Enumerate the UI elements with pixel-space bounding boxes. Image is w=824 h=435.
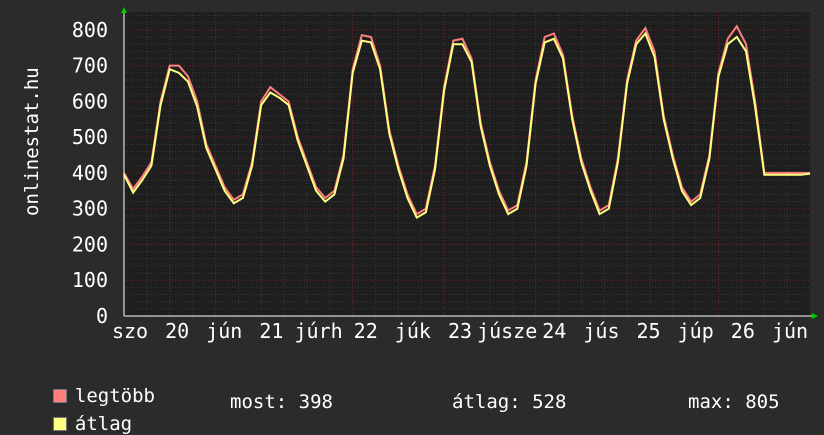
x-tick-label: júp: [678, 319, 714, 343]
y-axis-label: onlinestat.hu: [21, 67, 43, 216]
stat-most: most: 398: [230, 391, 333, 413]
x-tick-label: 22: [354, 319, 378, 343]
x-tick-label: 26: [731, 319, 755, 343]
x-tick-label: júsze: [477, 319, 537, 343]
stat-max: max: 805: [688, 391, 780, 413]
y-tick-label: 0: [96, 304, 108, 328]
legend-swatch-atlag: [52, 417, 67, 431]
y-tick-label: 400: [72, 161, 108, 185]
y-axis-arrow: [121, 7, 127, 13]
x-tick-label: jús: [583, 319, 619, 343]
chart-svg: 0 100 200 300 400 500 600 700 800 szo 20 jún 21 júrh 2…: [72, 7, 818, 343]
x-tick-label: szo: [112, 319, 148, 343]
y-tick-label: 500: [72, 125, 108, 149]
x-tick-label: 21: [259, 319, 283, 343]
x-tick-label: jún: [772, 319, 808, 343]
stat-atlag: átlag: 528: [452, 391, 567, 413]
legend-item-atlag: átlag: [30, 391, 132, 435]
x-axis-arrow: [812, 313, 818, 319]
y-tick-label: 700: [72, 54, 108, 78]
x-tick-label: 25: [637, 319, 661, 343]
x-tick-label: jún: [206, 319, 242, 343]
y-tick-label: 800: [72, 18, 108, 42]
y-tick-label: 300: [72, 197, 108, 221]
x-tick-label: 24: [542, 319, 566, 343]
x-tick-label: júrh: [294, 319, 342, 343]
x-tick-label: 20: [165, 319, 189, 343]
legend-label-atlag: átlag: [74, 413, 133, 435]
y-tick-label: 200: [72, 232, 108, 256]
x-tick-label: júk: [395, 319, 431, 343]
y-tick-label: 600: [72, 89, 108, 113]
x-tick-label: 23: [448, 319, 472, 343]
y-tick-label: 100: [72, 268, 108, 292]
